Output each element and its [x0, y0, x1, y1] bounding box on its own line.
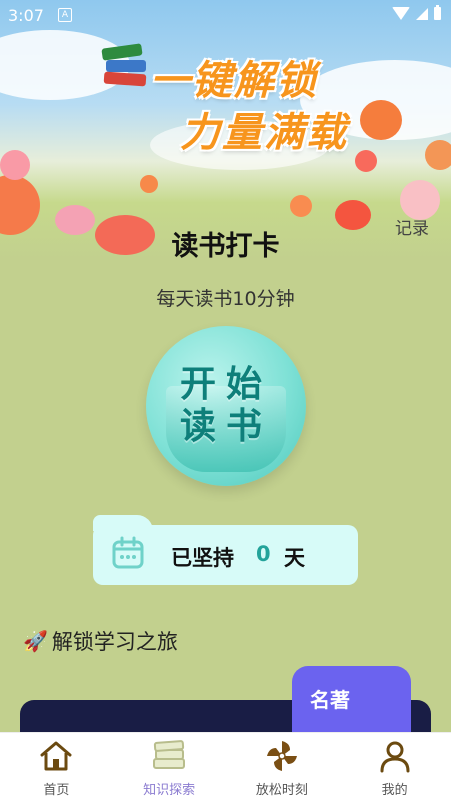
banner-title-line1: 一键解锁	[150, 58, 318, 104]
streak-card: 已坚持 0 天	[93, 525, 358, 585]
streak-count: 0	[256, 542, 271, 566]
learning-journey-label: 解锁学习之旅	[51, 630, 178, 654]
reading-goal-subtitle: 每天读书10分钟	[156, 288, 295, 310]
bottom-tab-bar: 首页 知识探索 放松时刻 我的	[0, 732, 451, 804]
learning-journey-heading: 🚀 解锁学习之旅	[23, 626, 178, 656]
rocket-icon: 🚀	[23, 629, 48, 653]
status-bar: 3:07 A	[0, 0, 451, 30]
signal-icon	[416, 7, 428, 20]
classics-tab[interactable]: 名著	[292, 666, 411, 736]
status-time: 3:07	[8, 6, 44, 25]
tab-home[interactable]: 首页	[0, 733, 113, 804]
tab-home-label: 首页	[43, 783, 70, 798]
notification-icon: A	[58, 8, 72, 22]
streak-unit: 天	[284, 546, 305, 570]
tab-knowledge[interactable]: 知识探索	[113, 733, 226, 804]
books-icon	[153, 740, 186, 769]
wifi-icon	[392, 7, 410, 20]
page-title: 读书打卡	[171, 231, 280, 262]
banner-title-line2: 力量满载	[180, 110, 348, 156]
calendar-icon	[112, 536, 144, 569]
home-icon	[40, 741, 72, 771]
battery-icon	[434, 5, 441, 20]
tab-relax[interactable]: 放松时刻	[226, 733, 339, 804]
tab-knowledge-label: 知识探索	[143, 783, 196, 798]
pinwheel-icon	[266, 741, 297, 771]
streak-label: 已坚持	[171, 546, 234, 570]
tab-mine-label: 我的	[381, 783, 408, 798]
record-link[interactable]: 记录	[395, 214, 429, 239]
tab-relax-label: 放松时刻	[255, 783, 308, 798]
start-reading-button[interactable]: 开始 读书	[146, 326, 306, 486]
books-icon	[100, 42, 148, 90]
tab-mine[interactable]: 我的	[338, 733, 451, 804]
user-icon	[380, 741, 410, 773]
start-reading-line1: 开始	[179, 364, 272, 405]
start-reading-line2: 读书	[179, 406, 272, 447]
hero-banner: 一键解锁 力量满载	[0, 0, 451, 260]
classics-label: 名著	[310, 688, 350, 712]
